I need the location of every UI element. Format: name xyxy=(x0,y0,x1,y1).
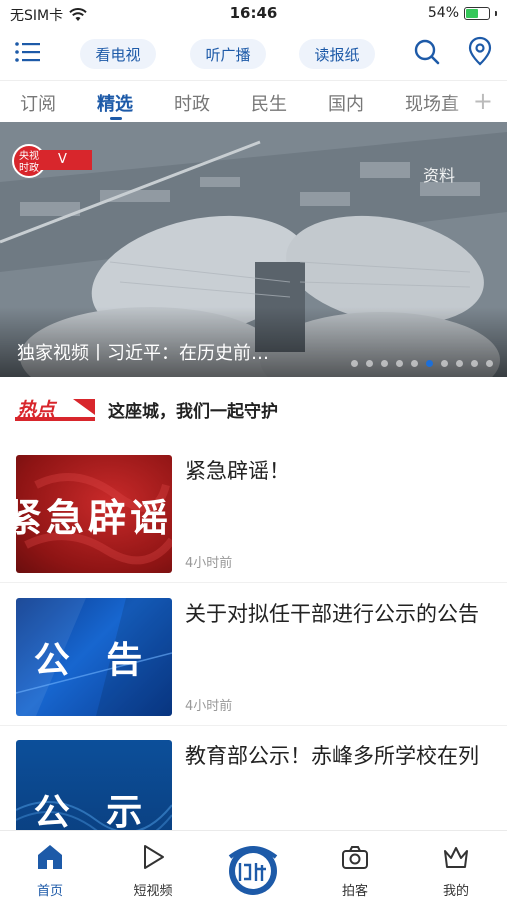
carousel-dot xyxy=(381,360,388,367)
watch-tv-button[interactable]: 看电视 xyxy=(80,39,156,69)
carousel-dot xyxy=(366,360,373,367)
top-bar: 看电视 听广播 读报纸 xyxy=(0,30,507,76)
carousel-dot xyxy=(441,360,448,367)
play-icon xyxy=(144,845,164,869)
nav-mine[interactable]: 我的 xyxy=(416,831,496,900)
nav-home[interactable]: 首页 xyxy=(10,831,90,900)
tab-subscribe[interactable]: 订阅 xyxy=(20,90,56,116)
hot-topic-text[interactable]: 这座城，我们一起守护 xyxy=(108,397,278,422)
nav-paike[interactable]: 拍客 xyxy=(315,831,395,900)
tab-politics[interactable]: 时政 xyxy=(174,90,210,116)
news-thumbnail: 公 告 xyxy=(16,598,172,716)
news-item[interactable]: 公 告 关于对拟任干部进行公示的公告 4小时前 xyxy=(0,584,507,726)
add-channel-button[interactable]: + xyxy=(473,87,493,115)
hot-topic-bar[interactable]: 热点 这座城，我们一起守护 xyxy=(0,385,507,431)
read-newspaper-button[interactable]: 读报纸 xyxy=(299,39,375,69)
news-title[interactable]: 教育部公示！赤峰多所学校在列 xyxy=(185,740,490,772)
status-bar: 无SIM卡 16:46 54% xyxy=(0,0,507,28)
menu-icon[interactable] xyxy=(14,40,42,64)
bottom-nav: 首页 短视频 拍客 我的 xyxy=(0,830,507,900)
tab-featured[interactable]: 精选 xyxy=(97,90,133,116)
listen-radio-button[interactable]: 听广播 xyxy=(190,39,266,69)
battery-icon xyxy=(464,6,490,20)
featured-banner[interactable]: 央视 时政 V 资料 独家视频丨习近平：在历史前… xyxy=(0,122,507,377)
news-title[interactable]: 关于对拟任干部进行公示的公告 xyxy=(185,598,490,630)
search-icon[interactable] xyxy=(413,38,441,66)
rong-logo-icon[interactable] xyxy=(222,843,284,897)
channel-tabs: 订阅 精选 时政 民生 国内 现场直 + xyxy=(0,80,507,123)
news-time: 4小时前 xyxy=(185,556,233,571)
svg-text:热点: 热点 xyxy=(16,399,58,421)
news-thumbnail: 紧急辟谣 xyxy=(16,455,172,573)
tab-indicator xyxy=(110,117,122,120)
carousel-dot xyxy=(456,360,463,367)
carousel-dot xyxy=(396,360,403,367)
hot-topic-logo: 热点 xyxy=(15,399,95,421)
carousel-dot xyxy=(411,360,418,367)
news-time: 4小时前 xyxy=(185,699,233,714)
battery-percent: 54% xyxy=(427,5,459,21)
news-item[interactable]: 紧急辟谣 紧急辟谣！ 4小时前 xyxy=(0,441,507,583)
carousel-dot xyxy=(471,360,478,367)
tab-domestic[interactable]: 国内 xyxy=(328,90,364,116)
news-title[interactable]: 紧急辟谣！ xyxy=(185,455,490,487)
carousel-dot xyxy=(351,360,358,367)
battery: 54% xyxy=(428,5,497,21)
carousel-indicator xyxy=(351,360,493,367)
carousel-dot xyxy=(486,360,493,367)
home-icon xyxy=(38,845,62,869)
carousel-dot xyxy=(426,360,433,367)
crown-icon xyxy=(444,847,468,868)
nav-short-video[interactable]: 短视频 xyxy=(113,831,193,900)
camera-icon xyxy=(342,846,368,869)
banner-source-tag: 资料 xyxy=(422,166,455,185)
tab-livelihood[interactable]: 民生 xyxy=(251,90,287,116)
badge-ribbon: V xyxy=(40,150,92,170)
location-icon[interactable] xyxy=(467,36,493,66)
banner-title[interactable]: 独家视频丨习近平：在历史前… xyxy=(17,339,269,365)
